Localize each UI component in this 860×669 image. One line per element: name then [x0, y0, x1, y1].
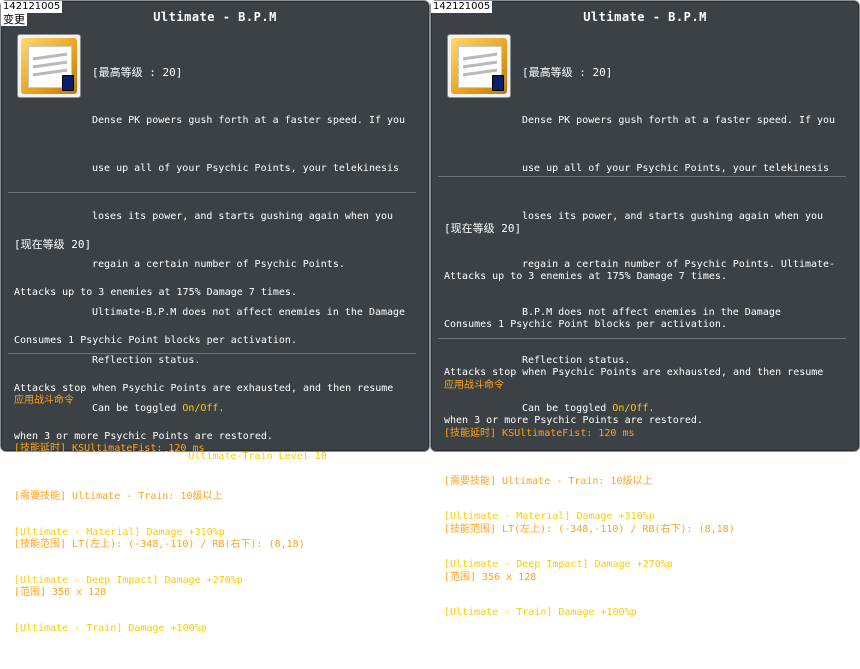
skill-tooltip-right: Ultimate - B.P.M [最高等级 : 20] Dense PK po… [430, 0, 860, 618]
max-level: [最高等级 : 20] [522, 66, 613, 79]
desc-line: Dense PK powers gush forth at a faster s… [522, 115, 836, 126]
divider [8, 192, 416, 193]
current-level: [现在等级 20] [14, 238, 92, 251]
change-label[interactable]: 变更 [1, 13, 27, 26]
battle-command-block: 应用战斗命令 [技能延时] KSUltimateFist: 120 ms [需要… [444, 346, 735, 618]
skill-id-label: 142121005 [1, 1, 63, 13]
battle-command-line: [范围] 356 x 128 [444, 572, 537, 583]
battle-command-line: [需要技能] Ultimate - Train: 10级以上 [14, 491, 223, 502]
desc-line: use up all of your Psychic Points, your … [522, 163, 830, 174]
level-line: Attacks up to 3 enemies at 175% Damage 7… [444, 271, 727, 282]
skill-title: Ultimate - B.P.M [153, 10, 277, 24]
battle-command-line: [需要技能] Ultimate - Train: 10级以上 [444, 476, 653, 487]
level-line: Attacks up to 3 enemies at 175% Damage 7… [14, 287, 297, 298]
skill-title: Ultimate - B.P.M [583, 10, 707, 24]
skill-icon-frame [17, 34, 81, 98]
max-level: [最高等级 : 20] [92, 66, 183, 79]
level-line: Consumes 1 Psychic Point blocks per acti… [14, 335, 297, 346]
battle-command-line: [范围] 356 x 128 [14, 587, 107, 598]
divider [438, 176, 846, 177]
level-line: Consumes 1 Psychic Point blocks per acti… [444, 319, 727, 330]
skill-tooltip-left: Ultimate - B.P.M [最高等级 : 20] Dense PK po… [0, 0, 430, 634]
battle-command-block: 应用战斗命令 [技能延时] KSUltimateFist: 120 ms [需要… [14, 361, 305, 633]
battle-command-line: [技能延时] KSUltimateFist: 120 ms [444, 428, 635, 439]
battle-command-line: [技能延时] KSUltimateFist: 120 ms [14, 443, 205, 454]
battle-command-header: 应用战斗命令 [14, 395, 74, 406]
paper-scroll-icon [21, 38, 77, 94]
divider [8, 353, 416, 354]
battle-command-line: [技能范围] LT(左上): (-348,-110) / RB(右下): (8,… [444, 524, 735, 535]
desc-line: use up all of your Psychic Points, your … [92, 163, 400, 174]
current-level: [现在等级 20] [444, 222, 522, 235]
skill-icon-frame [447, 34, 511, 98]
desc-line: Dense PK powers gush forth at a faster s… [92, 115, 406, 126]
divider [438, 338, 846, 339]
paper-scroll-icon [451, 38, 507, 94]
skill-id-label: 142121005 [431, 1, 493, 13]
battle-command-line: [技能范围] LT(左上): (-348,-110) / RB(右下): (8,… [14, 539, 305, 550]
battle-command-header: 应用战斗命令 [444, 380, 504, 391]
